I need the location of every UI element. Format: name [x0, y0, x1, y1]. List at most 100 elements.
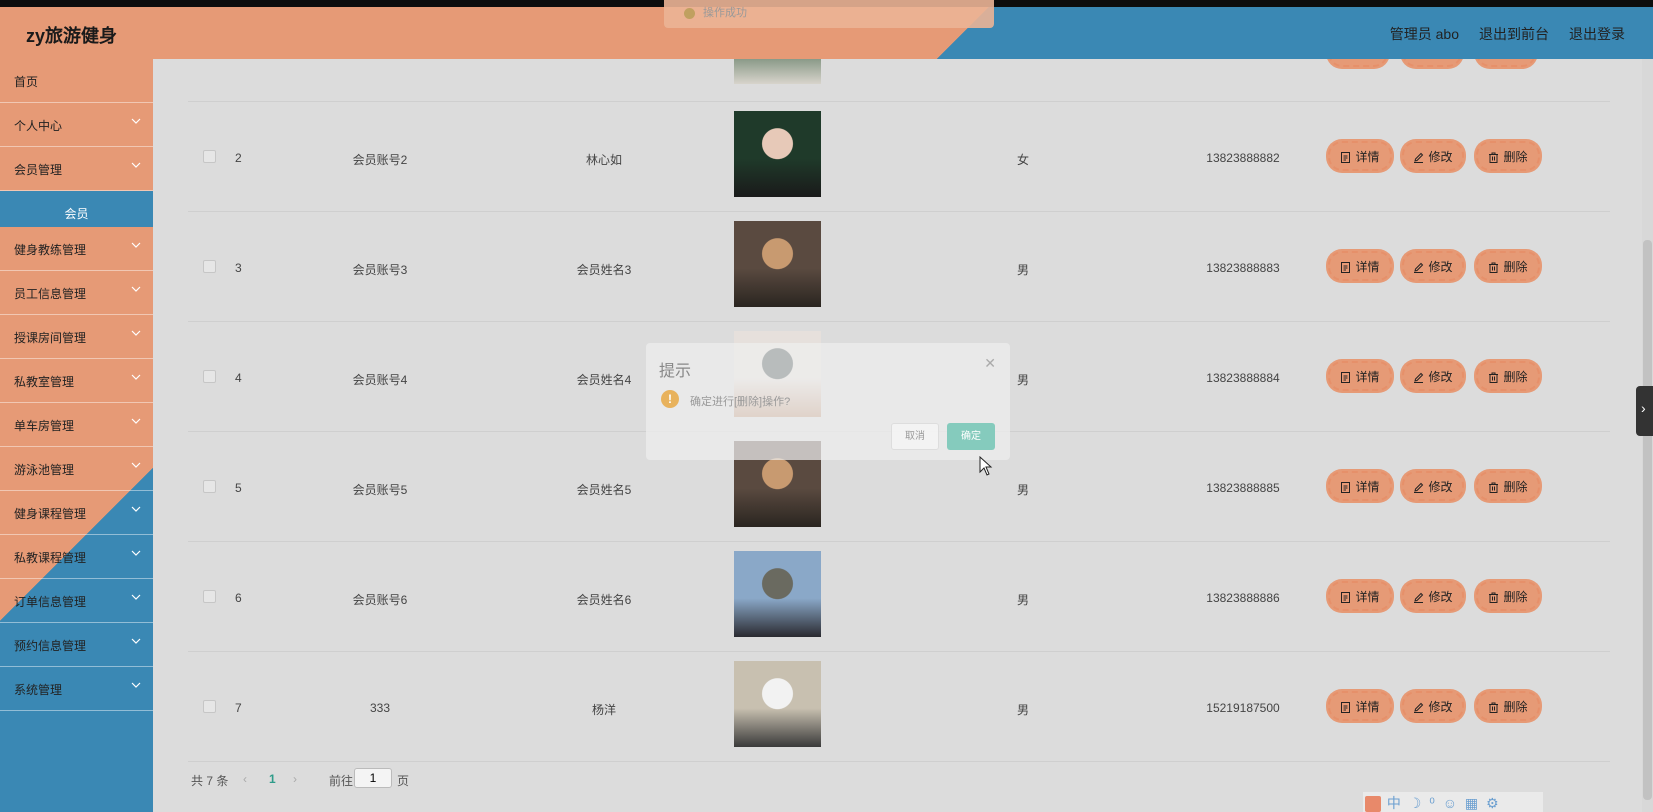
- sidebar-item[interactable]: 授课房间管理: [0, 315, 153, 359]
- admin-user-label[interactable]: 管理员 abo: [1390, 24, 1459, 44]
- warning-icon: !: [661, 390, 679, 408]
- sidebar-item[interactable]: 首页: [0, 59, 153, 103]
- page-number-current[interactable]: 1: [269, 772, 276, 786]
- member-account: 会员账号3: [352, 263, 408, 277]
- edit-button[interactable]: 修改: [1402, 361, 1464, 391]
- close-icon[interactable]: ✕: [984, 355, 996, 372]
- success-icon: [684, 7, 695, 19]
- detail-button[interactable]: 详情: [1328, 141, 1392, 171]
- detail-button[interactable]: [1328, 59, 1388, 67]
- member-photo: [734, 551, 821, 637]
- sidebar-item-label: 预约信息管理: [14, 639, 87, 653]
- pencil-icon: [1414, 262, 1424, 273]
- delete-button[interactable]: 删除: [1476, 251, 1540, 281]
- scrollbar-thumb[interactable]: [1643, 240, 1652, 800]
- table-row-partial: [188, 59, 1610, 102]
- edit-button[interactable]: 修改: [1402, 581, 1464, 611]
- row-index: 7: [235, 701, 242, 715]
- detail-button[interactable]: 详情: [1328, 251, 1392, 281]
- delete-button[interactable]: 删除: [1476, 471, 1540, 501]
- edit-button-label: 修改: [1428, 700, 1453, 714]
- ime-toolbar[interactable]: 中 ☽ ⁰ ☺ ▦ ⚙: [1363, 792, 1543, 812]
- sidebar-item-label: 个人中心: [14, 119, 63, 133]
- total-count: 共 7 条: [191, 774, 229, 788]
- edit-button[interactable]: 修改: [1402, 691, 1464, 721]
- chevron-down-icon: [131, 594, 141, 600]
- delete-button[interactable]: 删除: [1476, 361, 1540, 391]
- chevron-down-icon: [131, 242, 141, 248]
- sidebar-item-label: 员工信息管理: [14, 287, 87, 301]
- sidebar-item[interactable]: 预约信息管理: [0, 623, 153, 667]
- dialog-message: 确定进行[删除]操作?: [690, 396, 791, 408]
- member-account: 会员账号2: [352, 153, 408, 167]
- detail-button[interactable]: 详情: [1328, 581, 1392, 611]
- delete-button-label: 删除: [1503, 700, 1528, 714]
- chevron-down-icon: [131, 638, 141, 644]
- delete-button[interactable]: 删除: [1476, 581, 1540, 611]
- chevron-down-icon: [131, 550, 141, 556]
- delete-button[interactable]: 删除: [1476, 141, 1540, 171]
- member-account: 会员账号5: [352, 483, 408, 497]
- sidebar-item[interactable]: 员工信息管理: [0, 271, 153, 315]
- page-suffix: 页: [397, 774, 410, 788]
- table-row: 7 333 杨洋 男 15219187500 详情 修改 删除: [188, 652, 1610, 762]
- row-index: 5: [235, 481, 242, 495]
- sidebar-item[interactable]: 个人中心: [0, 103, 153, 147]
- prev-page-icon[interactable]: ‹: [243, 772, 247, 786]
- confirm-button[interactable]: 确定: [947, 423, 995, 450]
- member-gender: 男: [1016, 593, 1029, 607]
- detail-button-label: 详情: [1355, 480, 1380, 494]
- detail-button[interactable]: 详情: [1328, 471, 1392, 501]
- sidebar-item[interactable]: 会员管理: [0, 147, 153, 191]
- edit-button-label: 修改: [1428, 150, 1453, 164]
- exit-to-front-link[interactable]: 退出到前台: [1479, 24, 1549, 44]
- sidebar-item[interactable]: 健身教练管理: [0, 227, 153, 271]
- chevron-down-icon: [131, 506, 141, 512]
- sidebar-item[interactable]: 私教课程管理: [0, 535, 153, 579]
- member-name: 会员姓名5: [576, 483, 632, 497]
- next-page-icon[interactable]: ›: [293, 772, 297, 786]
- row-checkbox[interactable]: [203, 700, 216, 713]
- sidebar-item[interactable]: 订单信息管理: [0, 579, 153, 623]
- member-gender: 男: [1016, 703, 1029, 717]
- logout-link[interactable]: 退出登录: [1569, 24, 1625, 44]
- chevron-down-icon: [131, 118, 141, 124]
- delete-button[interactable]: 删除: [1476, 691, 1540, 721]
- row-checkbox[interactable]: [203, 590, 216, 603]
- trash-icon: [1489, 152, 1499, 163]
- mouse-cursor-icon: [979, 456, 993, 476]
- row-checkbox[interactable]: [203, 260, 216, 273]
- sidebar-item[interactable]: 健身课程管理: [0, 491, 153, 535]
- edit-button[interactable]: 修改: [1402, 471, 1464, 501]
- sidebar-item[interactable]: 游泳池管理: [0, 447, 153, 491]
- row-checkbox[interactable]: [203, 370, 216, 383]
- chevron-right-icon[interactable]: ›: [1636, 386, 1653, 436]
- member-phone: 13823888883: [1206, 261, 1280, 275]
- row-index: 2: [235, 151, 242, 165]
- member-name: 杨洋: [591, 703, 616, 717]
- success-toast: 操作成功: [664, 0, 994, 28]
- edit-button[interactable]: 修改: [1402, 251, 1464, 281]
- sidebar-item[interactable]: 系统管理: [0, 667, 153, 711]
- chevron-down-icon: [131, 418, 141, 424]
- detail-button[interactable]: 详情: [1328, 361, 1392, 391]
- sidebar-item[interactable]: 私教室管理: [0, 359, 153, 403]
- cancel-button[interactable]: 取消: [891, 423, 939, 450]
- row-checkbox[interactable]: [203, 480, 216, 493]
- edit-button[interactable]: [1402, 59, 1462, 67]
- header-actions: 管理员 abo 退出到前台 退出登录: [1390, 24, 1625, 44]
- goto-label: 前往: [329, 774, 354, 788]
- delete-button[interactable]: [1476, 59, 1536, 67]
- sidebar-item[interactable]: 单车房管理: [0, 403, 153, 447]
- row-checkbox[interactable]: [203, 150, 216, 163]
- member-photo: [734, 661, 821, 747]
- sidebar-item[interactable]: 会员: [0, 191, 153, 227]
- member-phone: 13823888886: [1206, 591, 1280, 605]
- dialog-title: 提示: [659, 363, 692, 380]
- goto-page-input[interactable]: [354, 768, 392, 788]
- edit-button[interactable]: 修改: [1402, 141, 1464, 171]
- sidebar-item-label: 私教室管理: [14, 375, 75, 389]
- sidebar-item-label: 授课房间管理: [14, 331, 87, 345]
- member-photo: [734, 111, 821, 197]
- detail-button[interactable]: 详情: [1328, 691, 1392, 721]
